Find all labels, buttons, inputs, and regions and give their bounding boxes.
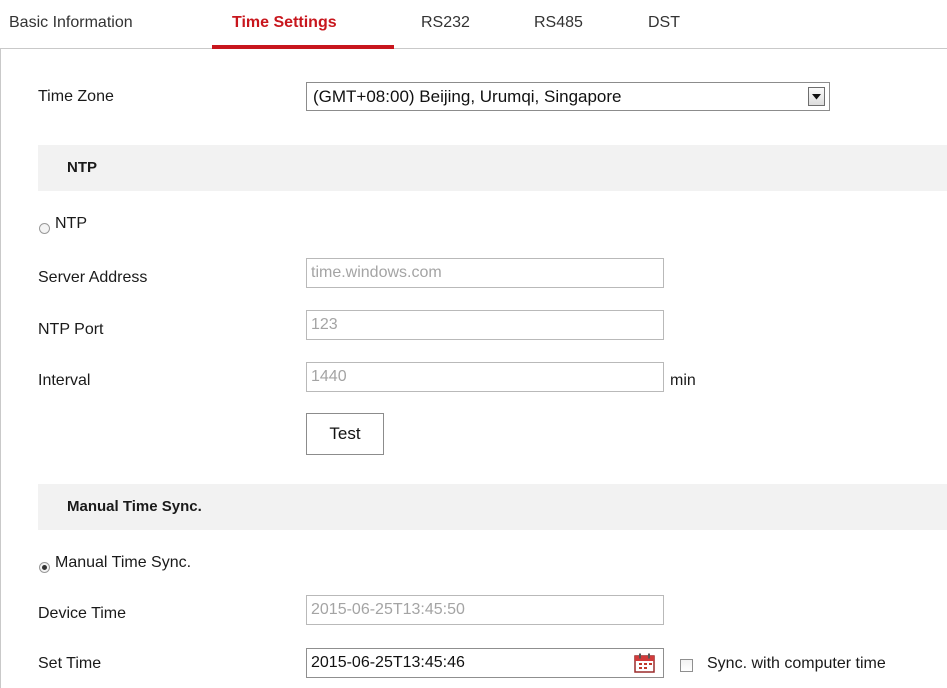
tab-basic-information[interactable]: Basic Information xyxy=(9,14,133,32)
server-address-input[interactable]: time.windows.com xyxy=(306,258,664,288)
set-time-label: Set Time xyxy=(38,655,102,672)
sync-computer-time-label: Sync. with computer time xyxy=(707,655,886,672)
server-address-label: Server Address xyxy=(38,269,148,286)
device-time-input[interactable]: 2015-06-25T13:45:50 xyxy=(306,595,664,625)
test-button[interactable]: Test xyxy=(306,413,384,455)
chevron-down-icon xyxy=(812,94,821,100)
interval-value: 1440 xyxy=(311,368,347,385)
ntp-radio[interactable] xyxy=(39,223,50,234)
ntp-section-header: NTP xyxy=(38,145,947,191)
set-time-value: 2015-06-25T13:45:46 xyxy=(311,654,465,671)
manual-sync-section-header: Manual Time Sync. xyxy=(38,484,947,530)
device-time-label: Device Time xyxy=(38,605,127,622)
interval-label: Interval xyxy=(38,372,91,389)
ntp-port-label: NTP Port xyxy=(38,321,104,338)
tab-rs232[interactable]: RS232 xyxy=(421,14,470,32)
ntp-section-title: NTP xyxy=(67,159,97,176)
active-tab-indicator xyxy=(212,45,394,49)
tab-time-settings[interactable]: Time Settings xyxy=(232,14,337,32)
calendar-icon[interactable] xyxy=(634,653,656,673)
ntp-port-value: 123 xyxy=(311,316,338,333)
ntp-radio-label: NTP xyxy=(55,215,87,232)
server-address-value: time.windows.com xyxy=(311,264,442,281)
time-zone-value: (GMT+08:00) Beijing, Urumqi, Singapore xyxy=(313,87,622,106)
sync-computer-time-checkbox[interactable] xyxy=(680,659,693,672)
tab-bar: Basic Information Time Settings RS232 RS… xyxy=(0,0,947,49)
manual-sync-radio[interactable] xyxy=(39,562,50,573)
content-border xyxy=(0,49,1,688)
time-zone-label: Time Zone xyxy=(38,88,114,105)
dropdown-button[interactable] xyxy=(808,87,825,106)
interval-input[interactable]: 1440 xyxy=(306,362,664,392)
tab-dst[interactable]: DST xyxy=(648,14,680,32)
manual-sync-section-title: Manual Time Sync. xyxy=(67,498,202,515)
device-time-value: 2015-06-25T13:45:50 xyxy=(311,601,465,618)
tab-rs485[interactable]: RS485 xyxy=(534,14,583,32)
set-time-input[interactable]: 2015-06-25T13:45:46 xyxy=(306,648,664,678)
ntp-port-input[interactable]: 123 xyxy=(306,310,664,340)
interval-unit: min xyxy=(670,372,696,389)
time-zone-select[interactable]: (GMT+08:00) Beijing, Urumqi, Singapore xyxy=(306,82,830,111)
manual-sync-radio-label: Manual Time Sync. xyxy=(55,554,192,571)
